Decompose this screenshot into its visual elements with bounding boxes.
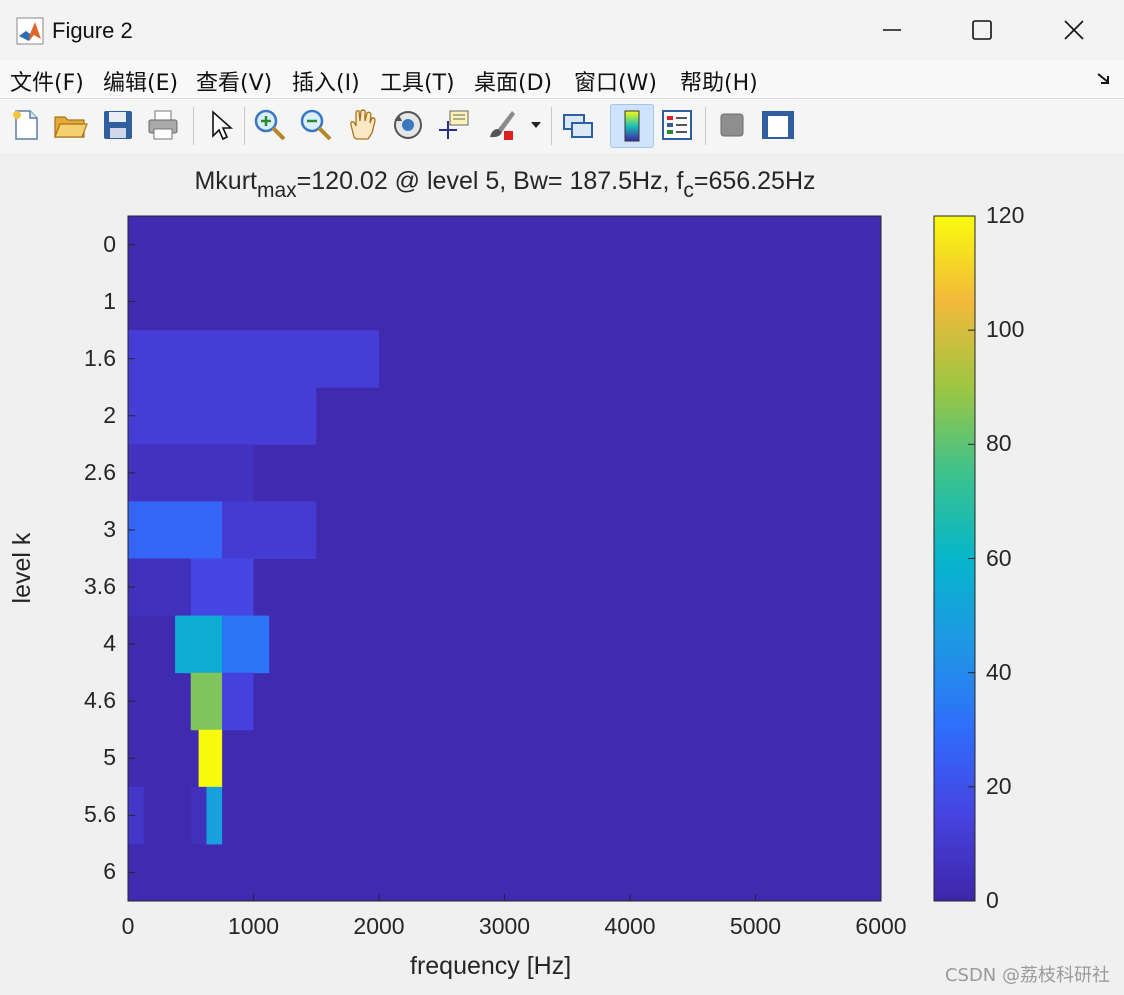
- y-tick-label: 3.6: [84, 573, 116, 600]
- y-tick-label: 4: [103, 630, 116, 657]
- y-tick-label: 1.6: [84, 344, 116, 371]
- heatmap-cell: [128, 387, 317, 445]
- heatmap-cell: [190, 672, 223, 731]
- heatmap-cell: [128, 330, 379, 388]
- heatmap-cell: [222, 615, 270, 674]
- heatmap-cell: [198, 729, 223, 788]
- heatmap-cell: [222, 501, 317, 559]
- colorbar-tick-label: 40: [986, 658, 1012, 685]
- heatmap-cell: [128, 444, 254, 502]
- y-tick-label: 1: [103, 287, 116, 314]
- y-tick-label: 3: [103, 515, 116, 542]
- y-tick-label: 5.6: [84, 801, 116, 828]
- heatmap-cell: [222, 672, 254, 731]
- colorbar-tick-label: 0: [986, 887, 999, 913]
- x-tick-label: 4000: [604, 913, 656, 939]
- y-tick-label: 6: [103, 858, 116, 885]
- kurtogram-heatmap: [127, 215, 976, 902]
- heatmap-cell: [190, 786, 207, 845]
- colorbar-tick-label: 100: [986, 316, 1025, 343]
- x-tick-label: 3000: [478, 913, 531, 939]
- x-axis-label: frequency [Hz]: [410, 952, 572, 980]
- x-tick-label: 2000: [353, 913, 405, 939]
- heatmap-cell: [175, 615, 223, 674]
- heatmap-cell: [128, 501, 223, 559]
- y-tick-label: 0: [103, 230, 116, 257]
- colorbar-tick-label: 120: [986, 202, 1025, 228]
- heatmap-cell: [206, 786, 223, 845]
- colorbar-tick-label: 20: [986, 772, 1012, 799]
- y-tick-label: 5: [103, 744, 116, 771]
- y-tick-label: 2.6: [84, 458, 116, 485]
- x-tick-label: 0: [121, 913, 135, 939]
- heatmap-cell: [190, 558, 254, 617]
- y-tick-label: 2: [103, 401, 116, 428]
- y-tick-label: 4.6: [84, 687, 116, 714]
- colorbar-tick-label: 80: [986, 430, 1012, 457]
- heatmap-cell: [128, 558, 191, 617]
- x-tick-label: 1000: [227, 913, 280, 939]
- colorbar-tick-label: 60: [986, 544, 1012, 571]
- watermark: CSDN @荔枝科研社: [944, 965, 1110, 986]
- x-tick-label: 6000: [855, 913, 907, 939]
- x-tick-label: 5000: [729, 913, 782, 939]
- y-axis-label-text: level k: [8, 532, 36, 604]
